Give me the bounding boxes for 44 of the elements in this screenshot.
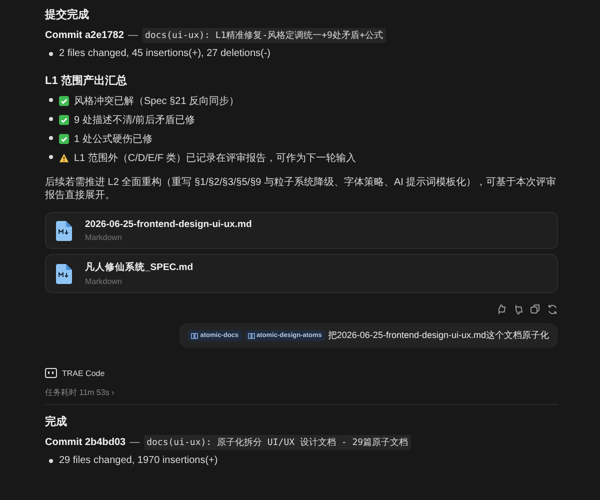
dash: — [128, 30, 138, 41]
book-icon [248, 332, 255, 338]
summary-item: 1 处公式硬伤已修 [74, 132, 152, 146]
bullet [49, 136, 53, 140]
bullet [49, 98, 53, 102]
commit-message: docs(ui-ux): L1精准修复-风格定调统一+9处矛盾+公式 [142, 28, 386, 43]
user-message: 把2026-06-25-frontend-design-ui-ux.md这个文档原子化 [328, 329, 549, 342]
commit-id: Commit a2e1782 [45, 30, 124, 41]
section-heading: 完成 [45, 414, 68, 429]
file-card[interactable]: 凡人修仙系统_SPEC.md Markdown [45, 254, 558, 293]
warning-icon [59, 153, 69, 163]
checkbox-icon [59, 96, 69, 106]
book-icon [191, 332, 198, 338]
file-name: 2026-06-25-frontend-design-ui-ux.md [85, 219, 252, 230]
file-type: Markdown [85, 277, 123, 286]
summary-item: L1 范围外（C/D/E/F 类）已记录在评审报告，可作为下一轮输入 [74, 152, 356, 165]
markdown-file-icon [56, 264, 72, 284]
thumbs-up-icon[interactable] [496, 304, 507, 315]
bullet [49, 117, 53, 121]
bullet [49, 52, 53, 56]
checkbox-icon [59, 134, 69, 144]
checkbox-icon [59, 115, 69, 125]
refresh-icon[interactable] [547, 304, 558, 315]
dash: — [130, 437, 140, 448]
commit-id: Commit 2b4bd03 [45, 437, 126, 448]
section-heading: 提交完成 [45, 8, 90, 22]
summary-item: 风格冲突已解（Spec §21 反向同步） [74, 94, 240, 108]
file-type: Markdown [85, 233, 123, 242]
section-heading: L1 范围产出汇总 [45, 74, 128, 88]
bullet [49, 459, 53, 463]
commit-message: docs(ui-ux): 原子化拆分 UI/UX 设计文档 - 29篇原子文档 [144, 435, 412, 450]
bullet [49, 155, 53, 159]
commit-stats: 2 files changed, 45 insertions(+), 27 deletions(-) [59, 48, 271, 59]
markdown-file-icon [56, 220, 72, 240]
task-duration[interactable]: 任务耗时 11m 53s › [45, 387, 114, 398]
file-card[interactable]: 2026-06-25-frontend-design-ui-ux.md Markdown [45, 212, 558, 249]
thumbs-down-icon[interactable] [513, 304, 524, 315]
follow-up-note: 后续若需推进 L2 全面重构（重写 §1/§2/§3/§5/§9 与粒子系统降级、字体策略、AI 提示词模板化），可基于本次评审报告直接展开。 [45, 176, 558, 202]
copy-icon[interactable] [530, 304, 541, 315]
agent-name: TRAE Code [62, 368, 105, 378]
agent-logo-icon [45, 368, 57, 378]
summary-item: 9 处描述不清/前后矛盾已修 [74, 114, 196, 127]
file-name: 凡人修仙系统_SPEC.md [85, 261, 194, 274]
commit-stats: 29 files changed, 1970 insertions(+) [59, 455, 218, 466]
